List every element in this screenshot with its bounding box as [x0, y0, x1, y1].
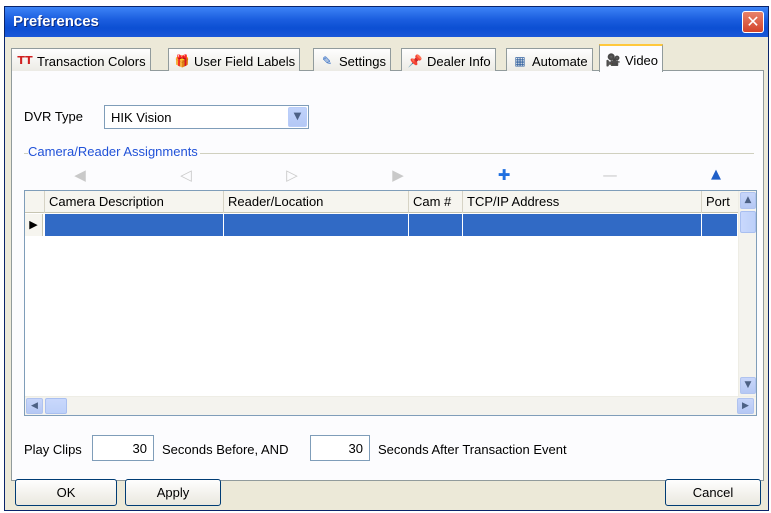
scroll-left-icon[interactable]: ◀	[26, 398, 43, 414]
tab-automate[interactable]: ▦ Automate	[506, 48, 593, 71]
tab-strip: TT Transaction Colors 🎁 User Field Label…	[11, 41, 764, 72]
video-panel: DVR Type HIK Vision ▼ Camera/Reader Assi…	[11, 71, 764, 481]
column-port[interactable]: Port	[702, 191, 738, 213]
scroll-up-icon[interactable]: ▲	[740, 192, 756, 209]
seconds-after-label: Seconds After Transaction Event	[378, 442, 567, 457]
tab-video[interactable]: 🎥 Video	[599, 44, 664, 72]
scroll-down-icon[interactable]: ▼	[740, 377, 756, 394]
column-tcp-ip-address[interactable]: TCP/IP Address	[463, 191, 702, 213]
tab-label: Settings	[339, 53, 386, 69]
delete-record-icon[interactable]: —	[598, 163, 622, 187]
tab-label: User Field Labels	[194, 53, 296, 69]
tab-label: Transaction Colors	[37, 53, 146, 69]
cell-port[interactable]	[702, 214, 738, 236]
vertical-scroll-thumb[interactable]	[740, 211, 756, 233]
tab-label: Dealer Info	[427, 53, 491, 69]
edit-record-icon[interactable]: ▲	[704, 163, 728, 187]
camera-assignment-grid[interactable]: Camera Description Reader/Location Cam #…	[24, 190, 757, 416]
vertical-scrollbar[interactable]: ▲ ▼	[738, 191, 756, 396]
cancel-button[interactable]: Cancel	[665, 479, 761, 506]
last-record-icon[interactable]: ▶	[386, 163, 410, 187]
column-cam-number[interactable]: Cam #	[409, 191, 463, 213]
header-indicator-cell	[25, 191, 45, 213]
first-record-icon[interactable]: ◀	[68, 163, 92, 187]
tab-user-field-labels[interactable]: 🎁 User Field Labels	[168, 48, 301, 71]
tab-dealer-info[interactable]: 📌 Dealer Info	[401, 48, 496, 71]
row-indicator-icon: ▶	[25, 214, 43, 236]
table-row[interactable]: ▶	[25, 214, 738, 236]
add-record-icon[interactable]: ✚	[492, 163, 516, 187]
play-clips-label: Play Clips	[24, 442, 82, 457]
close-button[interactable]: ✕	[742, 11, 764, 33]
seconds-after-input[interactable]: 30	[310, 435, 370, 461]
pushpin-icon: 📌	[407, 54, 423, 68]
prior-record-icon[interactable]: ◁	[174, 163, 198, 187]
chevron-down-icon[interactable]: ▼	[288, 107, 307, 127]
cell-tcp-ip-address[interactable]	[463, 214, 702, 236]
horizontal-scrollbar[interactable]: ◀ ▶	[25, 396, 756, 415]
scroll-right-icon[interactable]: ▶	[737, 398, 754, 414]
cell-reader-location[interactable]	[224, 214, 409, 236]
seconds-before-input[interactable]: 30	[92, 435, 154, 461]
camera-icon: 🎥	[605, 53, 621, 67]
column-reader-location[interactable]: Reader/Location	[224, 191, 409, 213]
gift-icon: 🎁	[174, 54, 190, 68]
cell-camera-description[interactable]	[45, 214, 224, 236]
tab-settings[interactable]: ✎ Settings	[313, 48, 391, 71]
edit-icon: ✎	[321, 54, 333, 68]
close-icon: ✕	[746, 12, 760, 31]
text-color-icon: TT	[17, 54, 33, 67]
next-record-icon[interactable]: ▷	[280, 163, 304, 187]
ok-button[interactable]: OK	[15, 479, 117, 506]
grid-header: Camera Description Reader/Location Cam #…	[25, 191, 738, 213]
dvr-type-value: HIK Vision	[111, 110, 172, 125]
column-camera-description[interactable]: Camera Description	[45, 191, 224, 213]
navigator-toolbar: ◀ ◁ ▷ ▶ ✚ — ▲	[24, 160, 757, 190]
preferences-window: Preferences ✕ TT Transaction Colors 🎁 Us…	[4, 6, 769, 511]
schedule-icon: ▦	[514, 54, 526, 68]
camera-reader-group-label: Camera/Reader Assignments	[28, 144, 200, 159]
dvr-type-label: DVR Type	[24, 109, 84, 124]
dvr-type-select[interactable]: HIK Vision ▼	[104, 105, 309, 129]
cell-cam-number[interactable]	[409, 214, 463, 236]
seconds-before-label: Seconds Before, AND	[162, 442, 289, 457]
title-bar[interactable]: Preferences ✕	[5, 7, 768, 37]
tab-label: Automate	[532, 53, 588, 69]
apply-button[interactable]: Apply	[125, 479, 221, 506]
window-title: Preferences	[13, 13, 99, 30]
horizontal-scroll-thumb[interactable]	[45, 398, 67, 414]
tab-label: Video	[625, 52, 659, 68]
tab-transaction-colors[interactable]: TT Transaction Colors	[11, 48, 151, 71]
